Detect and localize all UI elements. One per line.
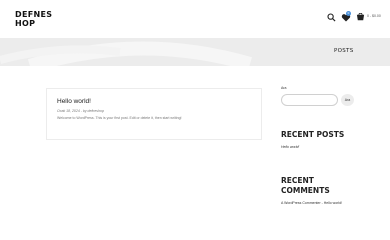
wishlist-count-badge: 0 bbox=[346, 11, 351, 16]
recent-posts-heading: RECENT POSTS bbox=[281, 130, 345, 139]
page-hero-band bbox=[0, 38, 390, 66]
recent-post-link[interactable]: Hello world! bbox=[281, 145, 299, 149]
post-meta: Ocak 18, 2024 - by defneshop bbox=[57, 109, 104, 113]
post-excerpt: Welcome to WordPress. This is your first… bbox=[57, 116, 182, 120]
hero-decoration bbox=[0, 41, 252, 66]
cart-amount[interactable]: 0 - $0.00 bbox=[367, 14, 381, 18]
recent-comment-item[interactable]: A WordPress Commenter - Hello world! bbox=[281, 200, 363, 206]
post-card: Hello world! Ocak 18, 2024 - by defnesho… bbox=[46, 88, 262, 140]
search-button[interactable]: Ara bbox=[341, 94, 354, 106]
site-header: DEFNES HOP 0 0 - $0.00 bbox=[0, 0, 390, 38]
search-input[interactable] bbox=[281, 94, 338, 106]
search-icon[interactable] bbox=[327, 13, 336, 22]
page-title: POSTS bbox=[334, 48, 354, 54]
site-logo[interactable]: DEFNES HOP bbox=[15, 10, 63, 28]
search-label: Ara bbox=[281, 86, 287, 90]
cart-icon[interactable] bbox=[356, 13, 365, 22]
recent-comments-heading: RECENT COMMENTS bbox=[281, 176, 330, 195]
post-title[interactable]: Hello world! bbox=[57, 98, 91, 105]
